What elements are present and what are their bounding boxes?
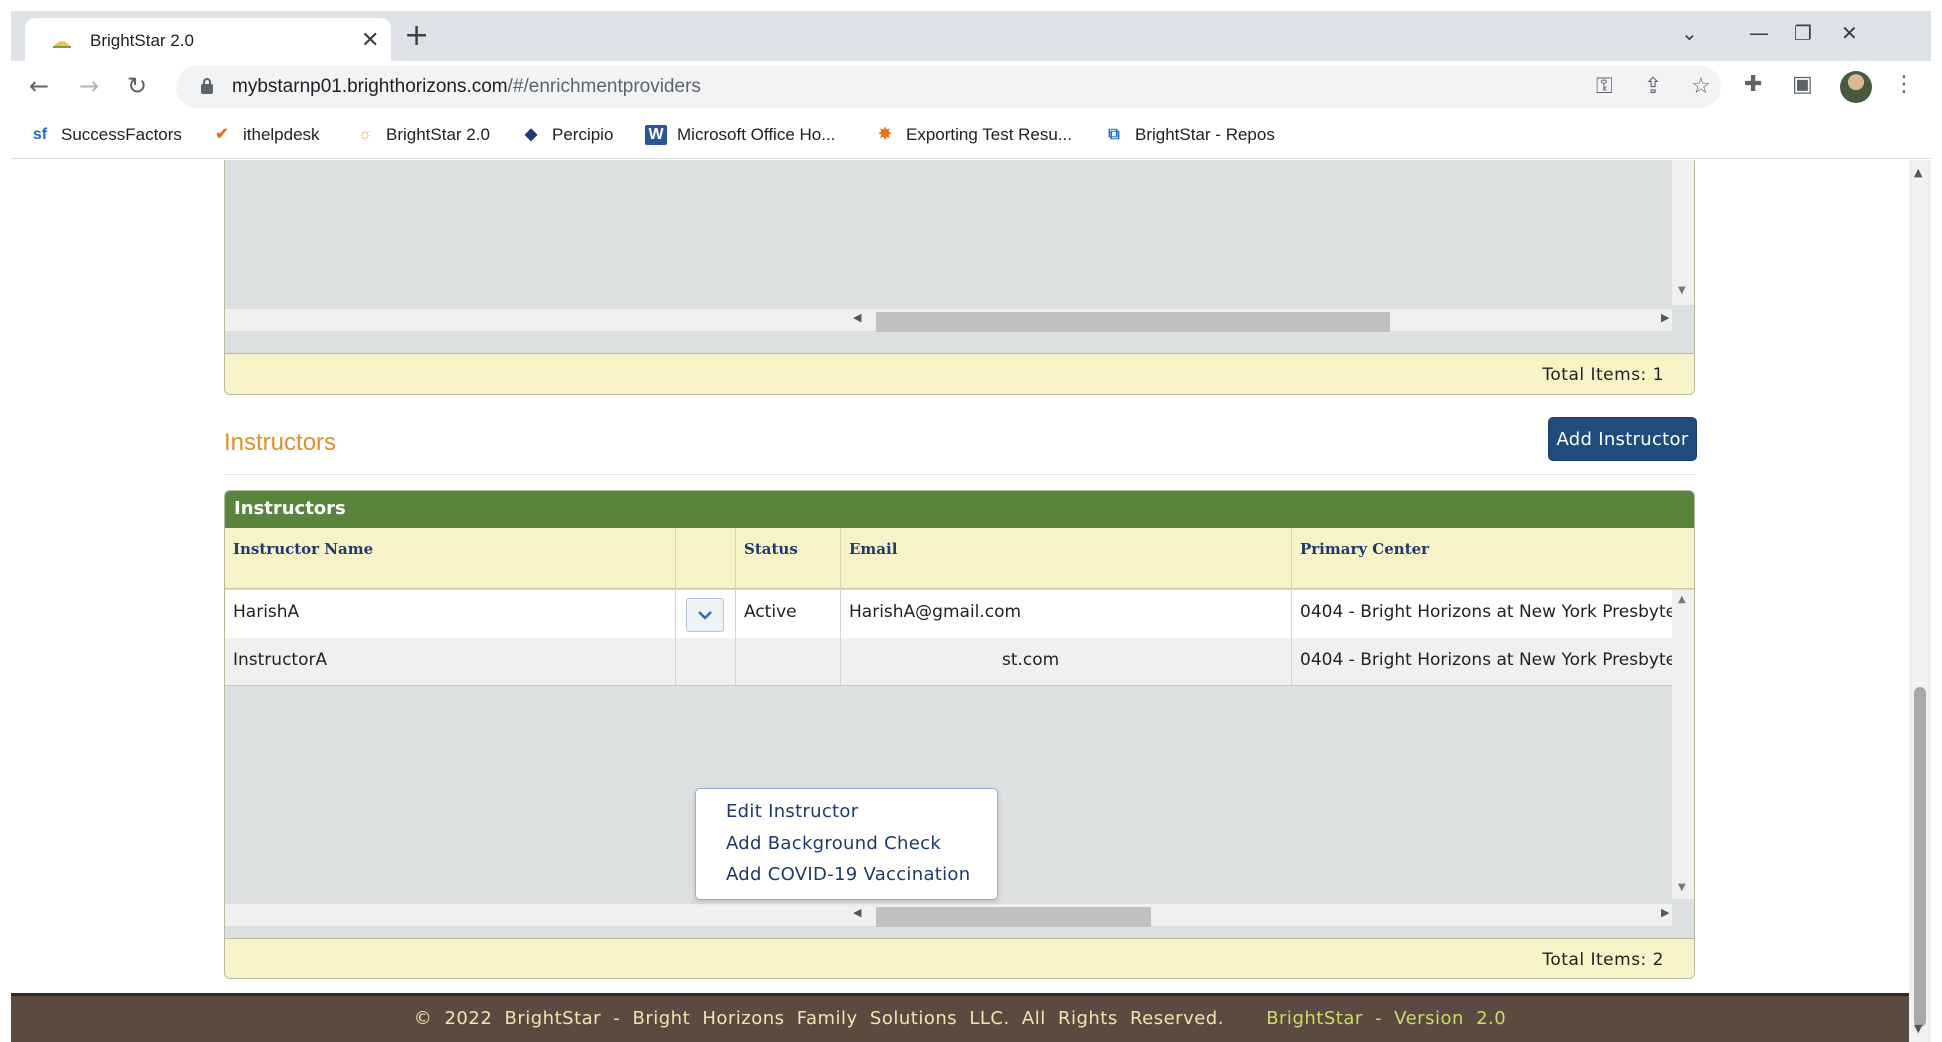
top-grid-footer: Total Items: 1 (225, 353, 1694, 394)
row-actions-dropdown-button[interactable] (686, 598, 724, 632)
browser-window: BrightStar 2.0 ✕ + ⌄ — ❐ ✕ ← → ↻ mybstar… (11, 11, 1931, 1042)
azure-devops-icon: ⧉ (1108, 126, 1120, 143)
window-close-icon[interactable]: ✕ (1841, 21, 1858, 45)
brightstar-favicon-icon (53, 41, 71, 48)
page-content: ▼ ◀ ▶ Total Items: 1 Instructors Add Ins… (11, 160, 1909, 1042)
minimize-icon[interactable]: — (1749, 21, 1769, 45)
instructors-grid-hscroll-thumb[interactable] (876, 907, 1151, 927)
top-grid-hscroll-thumb[interactable] (876, 312, 1390, 332)
top-grid-total-items: Total Items: 1 (1542, 365, 1664, 385)
successfactors-icon: sf (32, 126, 48, 143)
menu-kebab-icon[interactable]: ⋮ (1893, 72, 1915, 97)
col-header-email[interactable]: Email (841, 528, 1292, 589)
col-header-status[interactable]: Status (736, 528, 841, 589)
address-bar[interactable]: mybstarnp01.brighthorizons.com/#/enrichm… (176, 66, 1721, 108)
cell-email: HarishA@gmail.com (841, 590, 1292, 638)
page-scroll-thumb[interactable] (1914, 687, 1926, 1027)
scroll-right-arrow-icon[interactable]: ▶ (1661, 906, 1669, 919)
share-icon[interactable]: ⇪ (1644, 74, 1662, 99)
brightstar-icon: ☼ (357, 126, 373, 143)
bookmarks-bar: sf SuccessFactors ✔ ithelpdesk ☼ BrightS… (11, 114, 1931, 159)
scroll-down-arrow-icon[interactable]: ▼ (1678, 882, 1686, 893)
word-icon: W (645, 125, 667, 145)
instructors-grid-total-items: Total Items: 2 (1542, 950, 1664, 970)
extensions-icon[interactable]: ✚ (1744, 72, 1762, 97)
cell-primary-center: 0404 - Bright Horizons at New York Presb… (1300, 602, 1680, 622)
url-text: mybstarnp01.brighthorizons.com/#/enrichm… (232, 76, 701, 97)
tab-close-icon[interactable]: ✕ (361, 28, 379, 53)
instructors-grid-vscroll[interactable]: ▲ ▼ (1672, 590, 1694, 899)
top-grid: ▼ ◀ ▶ Total Items: 1 (224, 160, 1695, 395)
side-panel-icon[interactable]: ▣ (1792, 72, 1813, 97)
instructors-grid: Instructors Instructor Name Status Email… (224, 490, 1695, 979)
menu-item-edit-instructor[interactable]: Edit Instructor (726, 801, 858, 822)
footer-copyright: © 2022 BrightStar - Bright Horizons Fami… (413, 1008, 1224, 1029)
column-header-row: Instructor Name Status Email Primary Cen… (225, 528, 1694, 589)
top-grid-hscroll[interactable]: ◀ ▶ (225, 309, 1672, 332)
restore-icon[interactable]: ❐ (1794, 21, 1812, 45)
instructors-section-title: Instructors (224, 429, 337, 456)
cell-instructor-name: HarishA (225, 590, 676, 638)
scroll-left-arrow-icon[interactable]: ◀ (853, 311, 861, 324)
scroll-right-arrow-icon[interactable]: ▶ (1661, 311, 1669, 324)
scroll-down-arrow-icon[interactable]: ▼ (1914, 1022, 1922, 1035)
col-header-primary-center[interactable]: Primary Center (1292, 528, 1694, 589)
chevron-down-icon (698, 611, 712, 620)
instructors-grid-footer: Total Items: 2 (225, 938, 1694, 978)
bookmark-brightstar[interactable]: ☼ BrightStar 2.0 (354, 125, 490, 145)
col-header-actions (676, 528, 736, 589)
cell-instructor-name: InstructorA (225, 638, 676, 686)
bookmark-successfactors[interactable]: sf SuccessFactors (29, 125, 182, 145)
scroll-up-arrow-icon[interactable]: ▲ (1678, 594, 1686, 605)
menu-item-add-covid-vaccination[interactable]: Add COVID-19 Vaccination (726, 864, 970, 885)
cell-status: Active (736, 590, 841, 638)
instructors-grid-title: Instructors (225, 491, 1694, 528)
scroll-down-arrow-icon[interactable]: ▼ (1678, 285, 1686, 296)
cell-primary-center: 0404 - Bright Horizons at New York Presb… (1300, 650, 1680, 670)
bookmark-exporting-test[interactable]: ✸ Exporting Test Resu... (874, 125, 1072, 145)
bookmark-brightstar-repos[interactable]: ⧉ BrightStar - Repos (1103, 125, 1275, 145)
scroll-left-arrow-icon[interactable]: ◀ (853, 906, 861, 919)
reload-icon[interactable]: ↻ (127, 72, 147, 100)
tab-title: BrightStar 2.0 (90, 31, 194, 50)
profile-avatar[interactable] (1840, 71, 1872, 103)
site-footer: © 2022 BrightStar - Bright Horizons Fami… (11, 993, 1909, 1042)
tab-search-icon[interactable]: ⌄ (1681, 21, 1698, 45)
bookmark-ithelpdesk[interactable]: ✔ ithelpdesk (211, 125, 319, 145)
back-icon[interactable]: ← (29, 72, 49, 100)
row-actions-menu: Edit Instructor Add Background Check Add… (695, 788, 998, 900)
forward-icon[interactable]: → (79, 72, 99, 100)
exporting-icon: ✸ (878, 126, 892, 143)
add-instructor-button[interactable]: Add Instructor (1548, 417, 1697, 461)
menu-item-add-background-check[interactable]: Add Background Check (726, 833, 941, 854)
footer-version: BrightStar - Version 2.0 (1266, 1008, 1507, 1029)
top-grid-vscroll[interactable]: ▼ (1672, 160, 1694, 305)
bookmark-microsoft-office[interactable]: W Microsoft Office Ho... (645, 125, 835, 145)
percipio-icon: ◆ (524, 126, 538, 143)
scroll-up-arrow-icon[interactable]: ▲ (1914, 166, 1922, 179)
browser-tab[interactable]: BrightStar 2.0 ✕ (25, 18, 391, 61)
checkmark-icon: ✔ (215, 126, 229, 143)
cell-actions (676, 590, 736, 638)
cell-actions (676, 638, 736, 686)
table-row[interactable]: HarishA Active HarishA@gmail.com 0404 - … (225, 590, 1680, 638)
instructors-grid-hscroll[interactable]: ◀ ▶ (225, 904, 1672, 927)
browser-toolbar: ← → ↻ mybstarnp01.brighthorizons.com/#/e… (11, 61, 1931, 114)
section-divider (224, 474, 1695, 475)
col-header-instructor-name[interactable]: Instructor Name (225, 528, 676, 589)
page-vertical-scrollbar[interactable]: ▲ ▼ (1909, 160, 1931, 1042)
tab-strip: BrightStar 2.0 ✕ + ⌄ — ❐ ✕ (11, 11, 1931, 61)
bookmark-star-icon[interactable]: ☆ (1691, 74, 1711, 99)
cell-status (736, 638, 841, 686)
cell-email: st.com (841, 638, 1292, 686)
key-icon[interactable]: ⚿ (1596, 74, 1613, 99)
new-tab-icon[interactable]: + (404, 21, 429, 51)
lock-icon (201, 78, 213, 94)
bookmark-percipio[interactable]: ◆ Percipio (520, 125, 614, 145)
table-row[interactable]: InstructorA st.com 0404 - Bright Horizon… (225, 638, 1680, 686)
